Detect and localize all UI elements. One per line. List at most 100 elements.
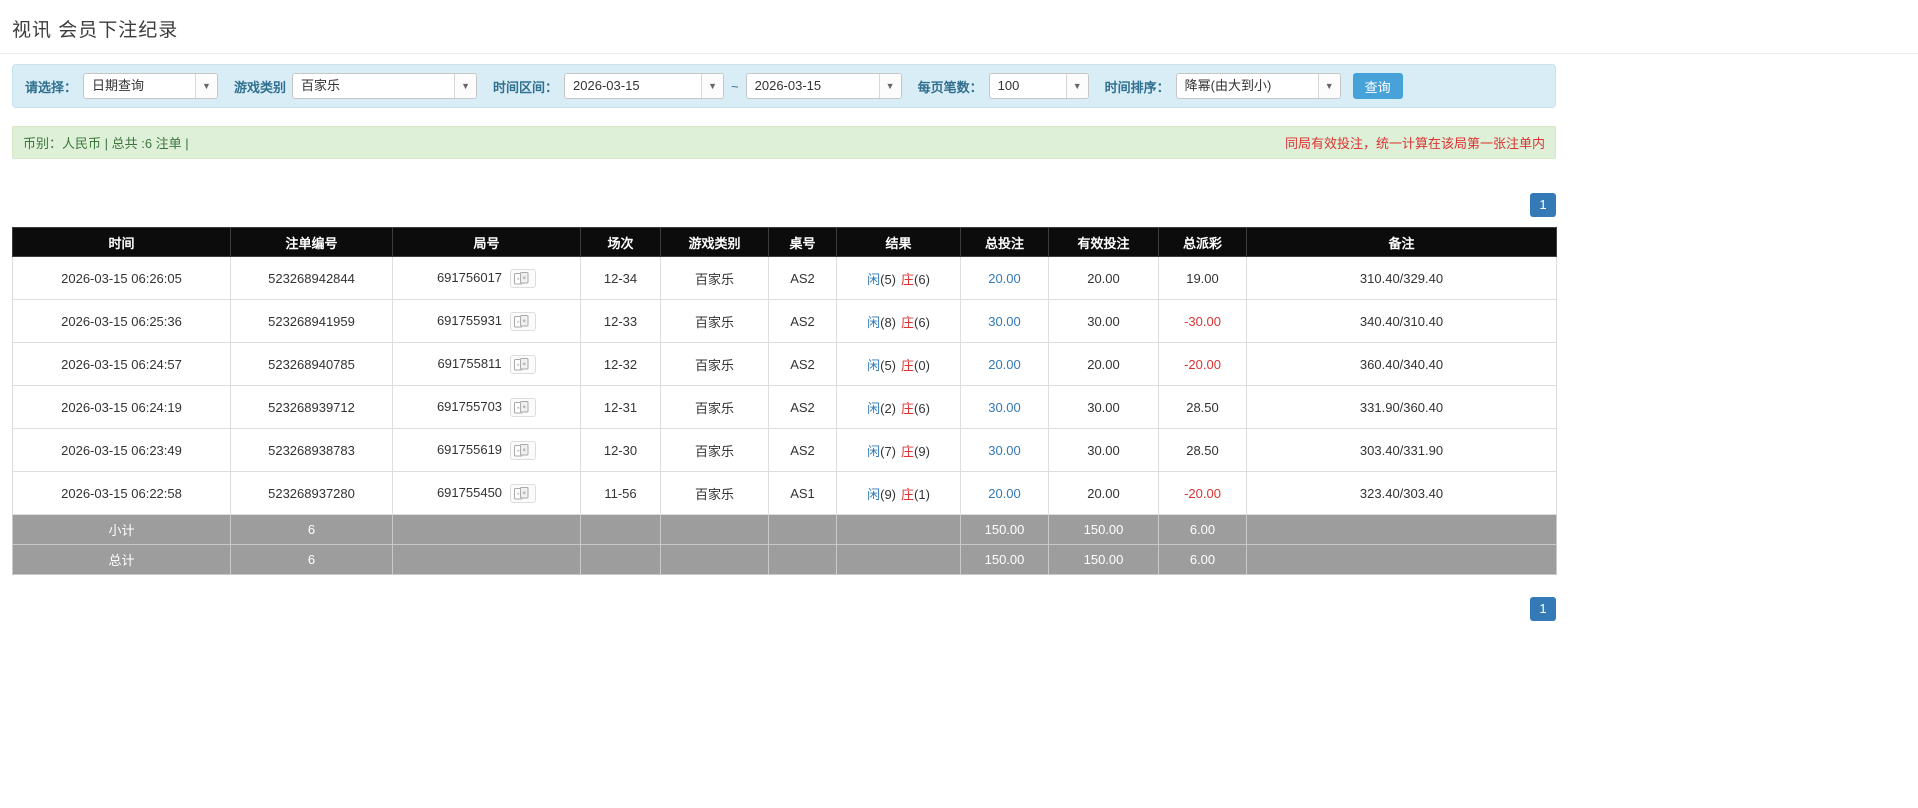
valid-bet-note: 同局有效投注，统一计算在该局第一张注单内 [1284,136,1545,151]
total-bet-link[interactable]: 30.00 [988,400,1021,415]
valid-bet: 20.00 [1048,342,1159,386]
result-banker-score: (6) [914,271,930,287]
summary-count: 6 [230,544,393,575]
result-player-score: (5) [880,271,896,287]
valid-bet: 20.00 [1048,471,1159,515]
view-cards-icon[interactable] [510,440,537,460]
summary-empty-cell [660,514,769,545]
bet-time: 2026-03-15 06:26:05 [12,256,231,300]
total-bet-link[interactable]: 30.00 [988,314,1021,329]
total-bet-cell: 30.00 [960,428,1049,472]
total-bet-link[interactable]: 20.00 [988,486,1021,501]
table-number: AS2 [768,256,837,300]
table-body: 2026-03-15 06:26:05 523268942844 6917560… [12,256,1557,515]
table-header-row: 时间 注单编号 局号 场次 游戏类别 桌号 结果 总投注 有效投注 总派彩 备注 [12,227,1557,257]
summary-valid-bet: 150.00 [1048,544,1159,575]
pagination-top: 1 [12,193,1556,217]
date-range-separator: ~ [731,78,739,94]
payout-value: 28.50 [1158,428,1247,472]
bet-time: 2026-03-15 06:24:19 [12,385,231,429]
column-header: 结果 [836,227,961,257]
chevron-down-icon[interactable]: ▼ [1317,74,1340,98]
result-banker-score: (9) [914,443,930,459]
payout-value: -30.00 [1158,299,1247,343]
summary-total-bet: 150.00 [960,544,1049,575]
result-banker-score: (6) [914,314,930,330]
summary-payout: 6.00 [1158,544,1247,575]
search-button[interactable]: 查询 [1352,73,1403,99]
summary-bar: 币别：人民币 | 总共 :6 注单 | 同局有效投注，统一计算在该局第一张注单内 [12,126,1556,159]
result-banker-label: 庄 [901,357,915,373]
valid-bet: 30.00 [1048,428,1159,472]
date-to-picker[interactable]: 2026-03-15 ▼ [745,73,902,99]
table-row: 2026-03-15 06:24:57 523268940785 6917558… [12,342,1557,386]
result-player-label: 闲 [867,314,881,330]
table-row: 2026-03-15 06:24:19 523268939712 6917557… [12,385,1557,429]
table-number: AS2 [768,299,837,343]
round-number: 691755450 [436,484,503,500]
session-number: 12-33 [580,299,661,343]
note: 360.40/340.40 [1246,342,1557,386]
chevron-down-icon[interactable]: ▼ [878,74,901,98]
time-sort-value: 降幂(由大到小) [1184,78,1272,93]
total-bet-cell: 20.00 [960,342,1049,386]
chevron-down-icon[interactable]: ▼ [1065,74,1088,98]
pagination-bottom: 1 [12,597,1556,621]
result-banker-score: (0) [914,357,930,373]
summary-row: 总计 6 150.00 150.00 6.00 [12,544,1557,575]
view-cards-icon[interactable] [510,483,537,503]
session-number: 12-32 [580,342,661,386]
date-from-picker[interactable]: 2026-03-15 ▼ [564,73,725,99]
summary-empty-cell [768,544,837,575]
round-number: 691756017 [436,269,503,285]
round-number: 691755703 [436,398,503,414]
page-size-label: 每页笔数： [917,79,983,95]
bet-time: 2026-03-15 06:23:49 [12,428,231,472]
total-bet-link[interactable]: 30.00 [988,443,1021,458]
result-banker-label: 庄 [901,443,915,459]
chevron-down-icon[interactable]: ▼ [701,74,724,98]
page-size-select[interactable]: 100 ▼ [988,73,1089,99]
result-cell: 闲(9) 庄(1) [836,471,961,515]
total-bet-link[interactable]: 20.00 [988,271,1021,286]
result-player-label: 闲 [867,400,881,416]
table-row: 2026-03-15 06:23:49 523268938783 6917556… [12,428,1557,472]
page-button-1[interactable]: 1 [1530,597,1556,621]
result-player-score: (2) [880,400,896,416]
view-cards-icon[interactable] [509,354,536,374]
time-sort-select[interactable]: 降幂(由大到小) ▼ [1175,73,1341,99]
result-cell: 闲(2) 庄(6) [836,385,961,429]
bet-number: 523268939712 [230,385,393,429]
result-cell: 闲(5) 庄(6) [836,256,961,300]
summary-empty-cell [392,514,581,545]
total-bet-cell: 30.00 [960,385,1049,429]
result-banker-label: 庄 [901,314,915,330]
page-button-1[interactable]: 1 [1530,193,1556,217]
bet-time: 2026-03-15 06:22:58 [12,471,231,515]
chevron-down-icon[interactable]: ▼ [454,74,477,98]
summary-label: 小计 [12,514,231,545]
total-bet-link[interactable]: 20.00 [988,357,1021,372]
summary-count: 6 [230,514,393,545]
total-bet-cell: 20.00 [960,256,1049,300]
chevron-down-icon[interactable]: ▼ [195,74,218,98]
round-number: 691755931 [436,312,503,328]
bet-number: 523268940785 [230,342,393,386]
query-type-select[interactable]: 日期查询 ▼ [83,73,219,99]
result-player-label: 闲 [867,271,881,287]
view-cards-icon[interactable] [510,268,537,288]
filter-panel: 请选择： 日期查询 ▼ 游戏类别 百家乐 ▼ 时间区间： 2026-03-15 … [12,64,1556,108]
bet-number: 523268942844 [230,256,393,300]
content-area: 请选择： 日期查询 ▼ 游戏类别 百家乐 ▼ 时间区间： 2026-03-15 … [12,64,1557,621]
time-sort-label: 时间排序： [1104,79,1170,95]
view-cards-icon[interactable] [510,311,537,331]
column-header: 总派彩 [1158,227,1247,257]
page-header: 视讯 会员下注纪录 [0,0,1918,54]
view-cards-icon[interactable] [510,397,537,417]
game-type: 百家乐 [660,428,769,472]
column-header: 有效投注 [1048,227,1159,257]
note: 331.90/360.40 [1246,385,1557,429]
game-type-select[interactable]: 百家乐 ▼ [292,73,478,99]
summary-empty-cell [580,544,661,575]
game-type: 百家乐 [660,471,769,515]
